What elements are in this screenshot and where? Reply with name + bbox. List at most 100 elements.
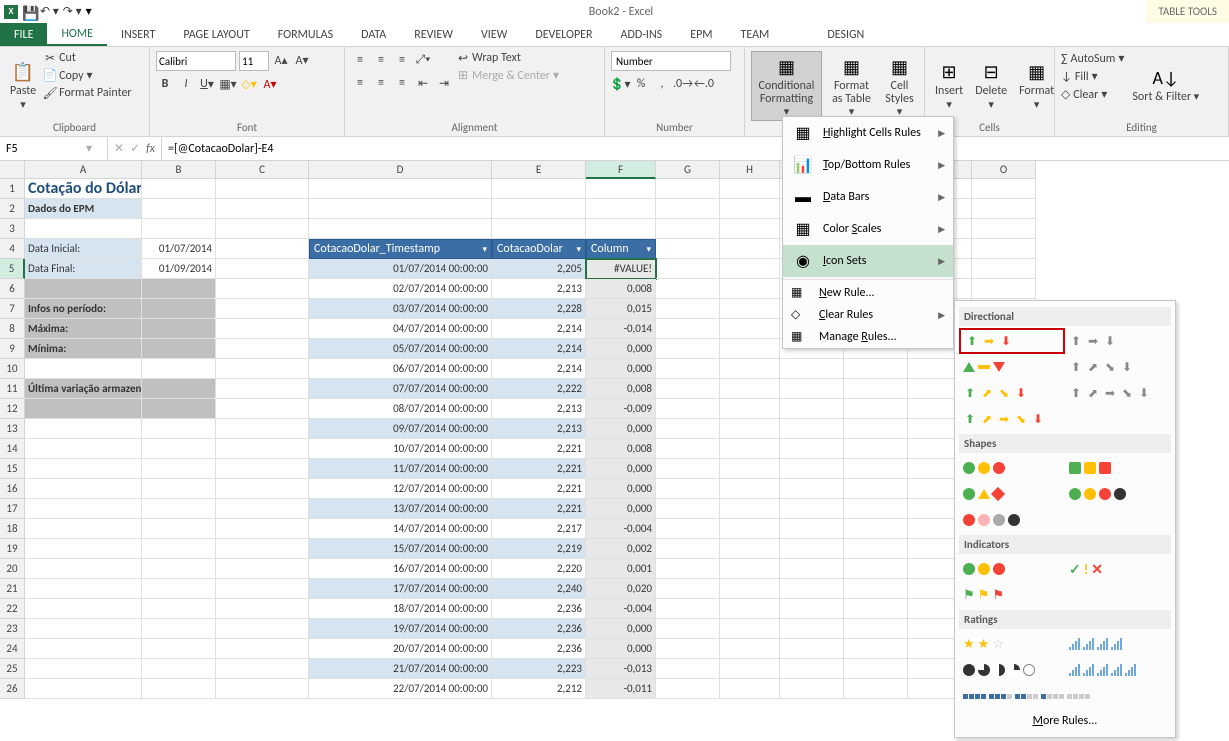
cell[interactable] xyxy=(216,499,309,519)
cell[interactable]: Data Final: xyxy=(25,259,142,279)
cell[interactable] xyxy=(142,179,216,199)
col-header-B[interactable]: B xyxy=(142,161,216,179)
font-color-button[interactable]: A▾ xyxy=(261,75,279,93)
cell[interactable]: 05/07/2014 00:00:00 xyxy=(309,339,492,359)
cell[interactable]: 15/07/2014 00:00:00 xyxy=(309,539,492,559)
format-as-table-button[interactable]: ▦Format as Table ▾ xyxy=(826,51,877,121)
cell[interactable] xyxy=(780,679,844,699)
number-format-combo[interactable] xyxy=(611,51,731,71)
cell[interactable] xyxy=(216,259,309,279)
cell[interactable] xyxy=(844,479,908,499)
bold-button[interactable]: B xyxy=(156,75,174,93)
row-header[interactable]: 1 xyxy=(0,179,25,199)
cell[interactable] xyxy=(720,279,780,299)
cf-color-scales[interactable]: ▦Color Scales▶ xyxy=(783,213,953,245)
cell[interactable]: 0,008 xyxy=(586,279,656,299)
row-header[interactable]: 16 xyxy=(0,479,25,499)
cell[interactable]: 0,000 xyxy=(586,639,656,659)
cell[interactable]: 2,205 xyxy=(492,259,586,279)
row-header[interactable]: 7 xyxy=(0,299,25,319)
cell[interactable]: Dados do EPM xyxy=(25,199,142,219)
cell[interactable]: 07/07/2014 00:00:00 xyxy=(309,379,492,399)
cell[interactable]: 2,213 xyxy=(492,419,586,439)
cell[interactable] xyxy=(780,559,844,579)
clear-button[interactable]: ◇ Clear ▾ xyxy=(1061,87,1124,102)
cell[interactable] xyxy=(142,579,216,599)
iconset-3signs[interactable] xyxy=(959,481,1065,507)
fx-icon[interactable]: fx xyxy=(146,142,155,156)
italic-button[interactable]: I xyxy=(177,75,195,93)
iconset-3arrows-colored[interactable]: ⬆➡⬇ xyxy=(959,328,1065,354)
cf-clear-rules[interactable]: ◇Clear Rules▶ xyxy=(783,304,953,326)
align-right-icon[interactable]: ≡ xyxy=(393,74,411,92)
cell[interactable] xyxy=(720,519,780,539)
cell[interactable] xyxy=(656,199,720,219)
cell[interactable] xyxy=(720,499,780,519)
cell[interactable]: 01/07/2014 00:00:00 xyxy=(309,259,492,279)
iconset-4arrows-colored[interactable]: ⬆⬈⬊⬇ xyxy=(959,380,1065,406)
cell[interactable] xyxy=(720,659,780,679)
iconset-3symbols-circled[interactable] xyxy=(959,556,1065,582)
cell[interactable]: 02/07/2014 00:00:00 xyxy=(309,279,492,299)
cancel-formula-icon[interactable]: ✕ xyxy=(114,141,124,156)
cell[interactable] xyxy=(656,299,720,319)
row-header[interactable]: 23 xyxy=(0,619,25,639)
tab-review[interactable]: REVIEW xyxy=(400,23,467,46)
cell[interactable]: 09/07/2014 00:00:00 xyxy=(309,419,492,439)
cell[interactable] xyxy=(656,399,720,419)
cell[interactable] xyxy=(25,459,142,479)
cell[interactable] xyxy=(656,519,720,539)
cell[interactable] xyxy=(216,419,309,439)
iconset-more-rules[interactable]: More Rules... xyxy=(959,709,1171,733)
cell[interactable]: 2,221 xyxy=(492,479,586,499)
cell[interactable]: 19/07/2014 00:00:00 xyxy=(309,619,492,639)
cell[interactable] xyxy=(972,179,1036,199)
cell[interactable]: CotacaoDolar_Timestamp▾ xyxy=(309,239,492,259)
cell[interactable]: 2,213 xyxy=(492,399,586,419)
cell[interactable] xyxy=(844,399,908,419)
cf-top-bottom[interactable]: 📊Top/Bottom Rules▶ xyxy=(783,149,953,181)
cell[interactable] xyxy=(492,199,586,219)
cell[interactable] xyxy=(844,579,908,599)
paste-button[interactable]: 📋Paste▾ xyxy=(6,51,40,119)
cell[interactable] xyxy=(656,319,720,339)
cell[interactable]: 10/07/2014 00:00:00 xyxy=(309,439,492,459)
cell[interactable] xyxy=(720,199,780,219)
cell[interactable] xyxy=(25,519,142,539)
accept-formula-icon[interactable]: ✓ xyxy=(130,141,140,156)
cell[interactable]: 2,213 xyxy=(492,279,586,299)
cell[interactable] xyxy=(720,459,780,479)
cell[interactable] xyxy=(309,199,492,219)
iconset-5quarters[interactable] xyxy=(959,657,1065,683)
cell[interactable] xyxy=(720,179,780,199)
cell[interactable] xyxy=(844,379,908,399)
cell[interactable] xyxy=(720,219,780,239)
cell[interactable] xyxy=(142,459,216,479)
dec-decimal-icon[interactable]: ←.0 xyxy=(695,75,713,93)
cell[interactable] xyxy=(780,419,844,439)
cell[interactable]: Column▾ xyxy=(586,239,656,259)
cell[interactable] xyxy=(142,679,216,699)
iconset-3stars[interactable]: ★★☆ xyxy=(959,631,1065,657)
cell[interactable] xyxy=(720,419,780,439)
cell[interactable] xyxy=(720,599,780,619)
cell[interactable] xyxy=(25,399,142,419)
inc-decimal-icon[interactable]: .0→ xyxy=(674,75,692,93)
shrink-font-icon[interactable]: A▾ xyxy=(293,51,311,69)
cell[interactable] xyxy=(25,439,142,459)
cell[interactable] xyxy=(656,499,720,519)
iconset-5arrows-gray[interactable]: ⬆⬈➡⬊⬇ xyxy=(1065,380,1171,406)
cell[interactable]: 0,000 xyxy=(586,499,656,519)
cell[interactable] xyxy=(720,539,780,559)
cell[interactable] xyxy=(25,539,142,559)
cell[interactable] xyxy=(656,279,720,299)
tab-view[interactable]: VIEW xyxy=(467,23,521,46)
delete-cells-button[interactable]: ⊟Delete▾ xyxy=(971,51,1011,119)
iconset-3flags[interactable]: ⚑⚑⚑ xyxy=(959,582,1065,608)
cell[interactable] xyxy=(25,579,142,599)
cell[interactable]: -0,014 xyxy=(586,319,656,339)
cell[interactable] xyxy=(844,619,908,639)
cell[interactable] xyxy=(216,659,309,679)
cell[interactable]: 2,212 xyxy=(492,679,586,699)
tab-home[interactable]: HOME xyxy=(47,23,107,46)
